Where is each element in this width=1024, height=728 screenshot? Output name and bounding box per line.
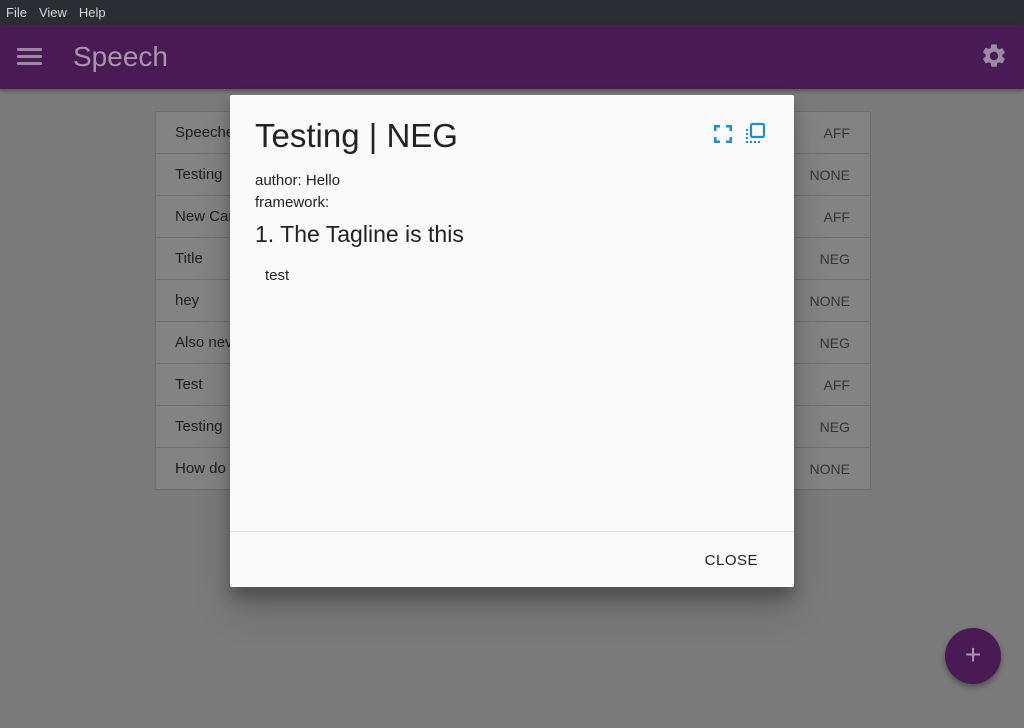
card-tagline: 1. The Tagline is this bbox=[255, 221, 464, 247]
list-item-side: NONE bbox=[809, 293, 850, 309]
menu-view[interactable]: View bbox=[33, 5, 73, 20]
app-title: Speech bbox=[73, 41, 168, 72]
framework-line: framework: bbox=[255, 194, 330, 211]
list-item-title: Title bbox=[175, 250, 203, 267]
list-item-side: NEG bbox=[819, 419, 850, 435]
list-item-title: Test bbox=[175, 376, 203, 393]
hamburger-menu-icon[interactable] bbox=[17, 48, 42, 66]
add-speech-button[interactable]: + bbox=[945, 628, 1001, 684]
list-item-title: How do bbox=[175, 460, 226, 477]
list-item-title: Testing bbox=[175, 166, 223, 183]
fullscreen-icon[interactable] bbox=[711, 122, 735, 146]
dialog-footer: CLOSE bbox=[230, 531, 794, 588]
list-item-title: Also nev bbox=[175, 334, 233, 351]
settings-gear-icon[interactable] bbox=[980, 42, 1008, 70]
card-text: test bbox=[265, 267, 290, 284]
menu-file[interactable]: File bbox=[0, 5, 33, 20]
close-button[interactable]: CLOSE bbox=[705, 552, 758, 569]
list-item-title: New Car bbox=[175, 208, 234, 225]
speech-dialog: Testing | NEG author: Hello framework: 1… bbox=[230, 95, 794, 587]
list-item-side: NONE bbox=[809, 461, 850, 477]
author-line: author: Hello bbox=[255, 172, 341, 189]
list-item-side: AFF bbox=[823, 209, 850, 225]
menu-help[interactable]: Help bbox=[73, 5, 112, 20]
list-item-side: NEG bbox=[819, 335, 850, 351]
list-item-side: AFF bbox=[823, 377, 850, 393]
list-item-side: NONE bbox=[809, 167, 850, 183]
dialog-title: Testing | NEG bbox=[255, 117, 458, 154]
list-item-title: Testing bbox=[175, 418, 223, 435]
list-item-side: NEG bbox=[819, 251, 850, 267]
list-item-title: hey bbox=[175, 292, 200, 309]
flip-to-front-icon[interactable] bbox=[743, 121, 767, 145]
app-bar: Speech bbox=[0, 25, 1024, 89]
list-item-title: Speeche bbox=[175, 124, 235, 141]
menu-bar: File View Help bbox=[0, 0, 1024, 25]
list-item-side: AFF bbox=[823, 125, 850, 141]
